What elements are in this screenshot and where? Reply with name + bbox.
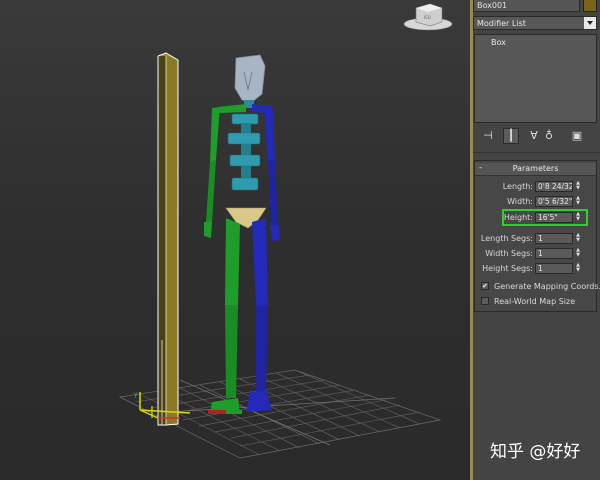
stack-item-box[interactable]: Box — [491, 38, 506, 47]
make-unique-icon[interactable]: ∀ — [526, 128, 542, 144]
watermark: 知乎 @好好 — [490, 442, 581, 462]
panel-divider — [473, 152, 600, 153]
object-name-field[interactable]: Box001 — [473, 0, 580, 12]
length-spinner[interactable]: ▲ ▼ — [574, 181, 582, 192]
remove-modifier-icon[interactable]: ♁ — [541, 128, 557, 144]
height-segs-row: Height Segs: 1 ▲ ▼ — [475, 263, 596, 275]
modifier-stack[interactable]: Box — [474, 34, 597, 123]
length-segs-row: Length Segs: 1 ▲ ▼ — [475, 233, 596, 245]
width-segs-spinner[interactable]: ▲ ▼ — [574, 248, 582, 259]
width-label: Width: — [507, 197, 533, 206]
real-world-map-checkbox[interactable] — [481, 297, 489, 305]
parameters-rollout: - Parameters Length: 0'8 24/32" ▲▼ Width… — [474, 160, 600, 312]
real-world-map-option[interactable]: Real-World Map Size — [481, 296, 596, 308]
svg-text:y: y — [134, 391, 138, 398]
parameters-rollout-header[interactable]: - Parameters — [475, 163, 596, 176]
pin-stack-icon[interactable]: ⊣ — [480, 128, 496, 144]
length-label: Length: — [502, 182, 533, 191]
perspective-viewport[interactable]: y x ISO — [0, 0, 470, 480]
height-segs-spinner[interactable]: ▲ ▼ — [574, 263, 582, 274]
width-segs-field[interactable]: 1 — [535, 248, 573, 259]
real-world-map-label: Real-World Map Size — [494, 297, 576, 306]
chevron-down-icon[interactable] — [584, 17, 596, 29]
length-field[interactable]: 0'8 24/32" — [535, 181, 573, 192]
width-field[interactable]: 0'5 6/32" — [535, 196, 573, 207]
length-row: Length: 0'8 24/32" ▲▼ — [475, 181, 596, 193]
width-row: Width: 0'5 6/32" ▲ ▼ — [475, 196, 596, 208]
length-segs-label: Length Segs: — [480, 234, 533, 243]
modifier-list-label: Modifier List — [477, 19, 526, 28]
object-color-swatch[interactable] — [583, 0, 597, 12]
length-segs-spinner[interactable]: ▲ ▼ — [574, 233, 582, 244]
width-segs-label: Width Segs: — [485, 249, 533, 258]
box001-object[interactable] — [157, 52, 179, 426]
generate-mapping-option[interactable]: ✔ Generate Mapping Coords. — [481, 281, 600, 293]
biped-figure[interactable] — [204, 54, 280, 414]
width-segs-row: Width Segs: 1 ▲ ▼ — [475, 248, 596, 260]
configure-modifier-sets-icon[interactable]: ▣ — [569, 128, 585, 144]
parameters-title: Parameters — [512, 164, 559, 173]
modifier-list-dropdown[interactable]: Modifier List — [473, 16, 597, 30]
length-segs-field[interactable]: 1 — [535, 233, 573, 244]
generate-mapping-checkbox[interactable]: ✔ — [481, 282, 489, 290]
height-highlight-box — [502, 209, 588, 226]
viewcube[interactable]: ISO — [403, 3, 453, 31]
svg-text:x: x — [190, 407, 194, 414]
show-end-result-icon[interactable]: ┃ — [503, 128, 519, 144]
command-panel: Box001 Modifier List Box ⊣ ┃ ∀ ♁ ▣ - Par… — [473, 0, 600, 480]
modifier-stack-toolbar: ⊣ ┃ ∀ ♁ ▣ — [473, 128, 597, 146]
height-segs-label: Height Segs: — [482, 264, 533, 273]
viewport-scene: y x ISO — [118, 3, 453, 459]
max-workspace: y x ISO Box001 Modifier List Box ⊣ ┃ ∀ ♁… — [0, 0, 600, 480]
width-spinner[interactable]: ▲ ▼ — [574, 196, 582, 207]
generate-mapping-label: Generate Mapping Coords. — [494, 282, 600, 291]
viewcube-label: ISO — [424, 15, 431, 20]
height-segs-field[interactable]: 1 — [535, 263, 573, 274]
